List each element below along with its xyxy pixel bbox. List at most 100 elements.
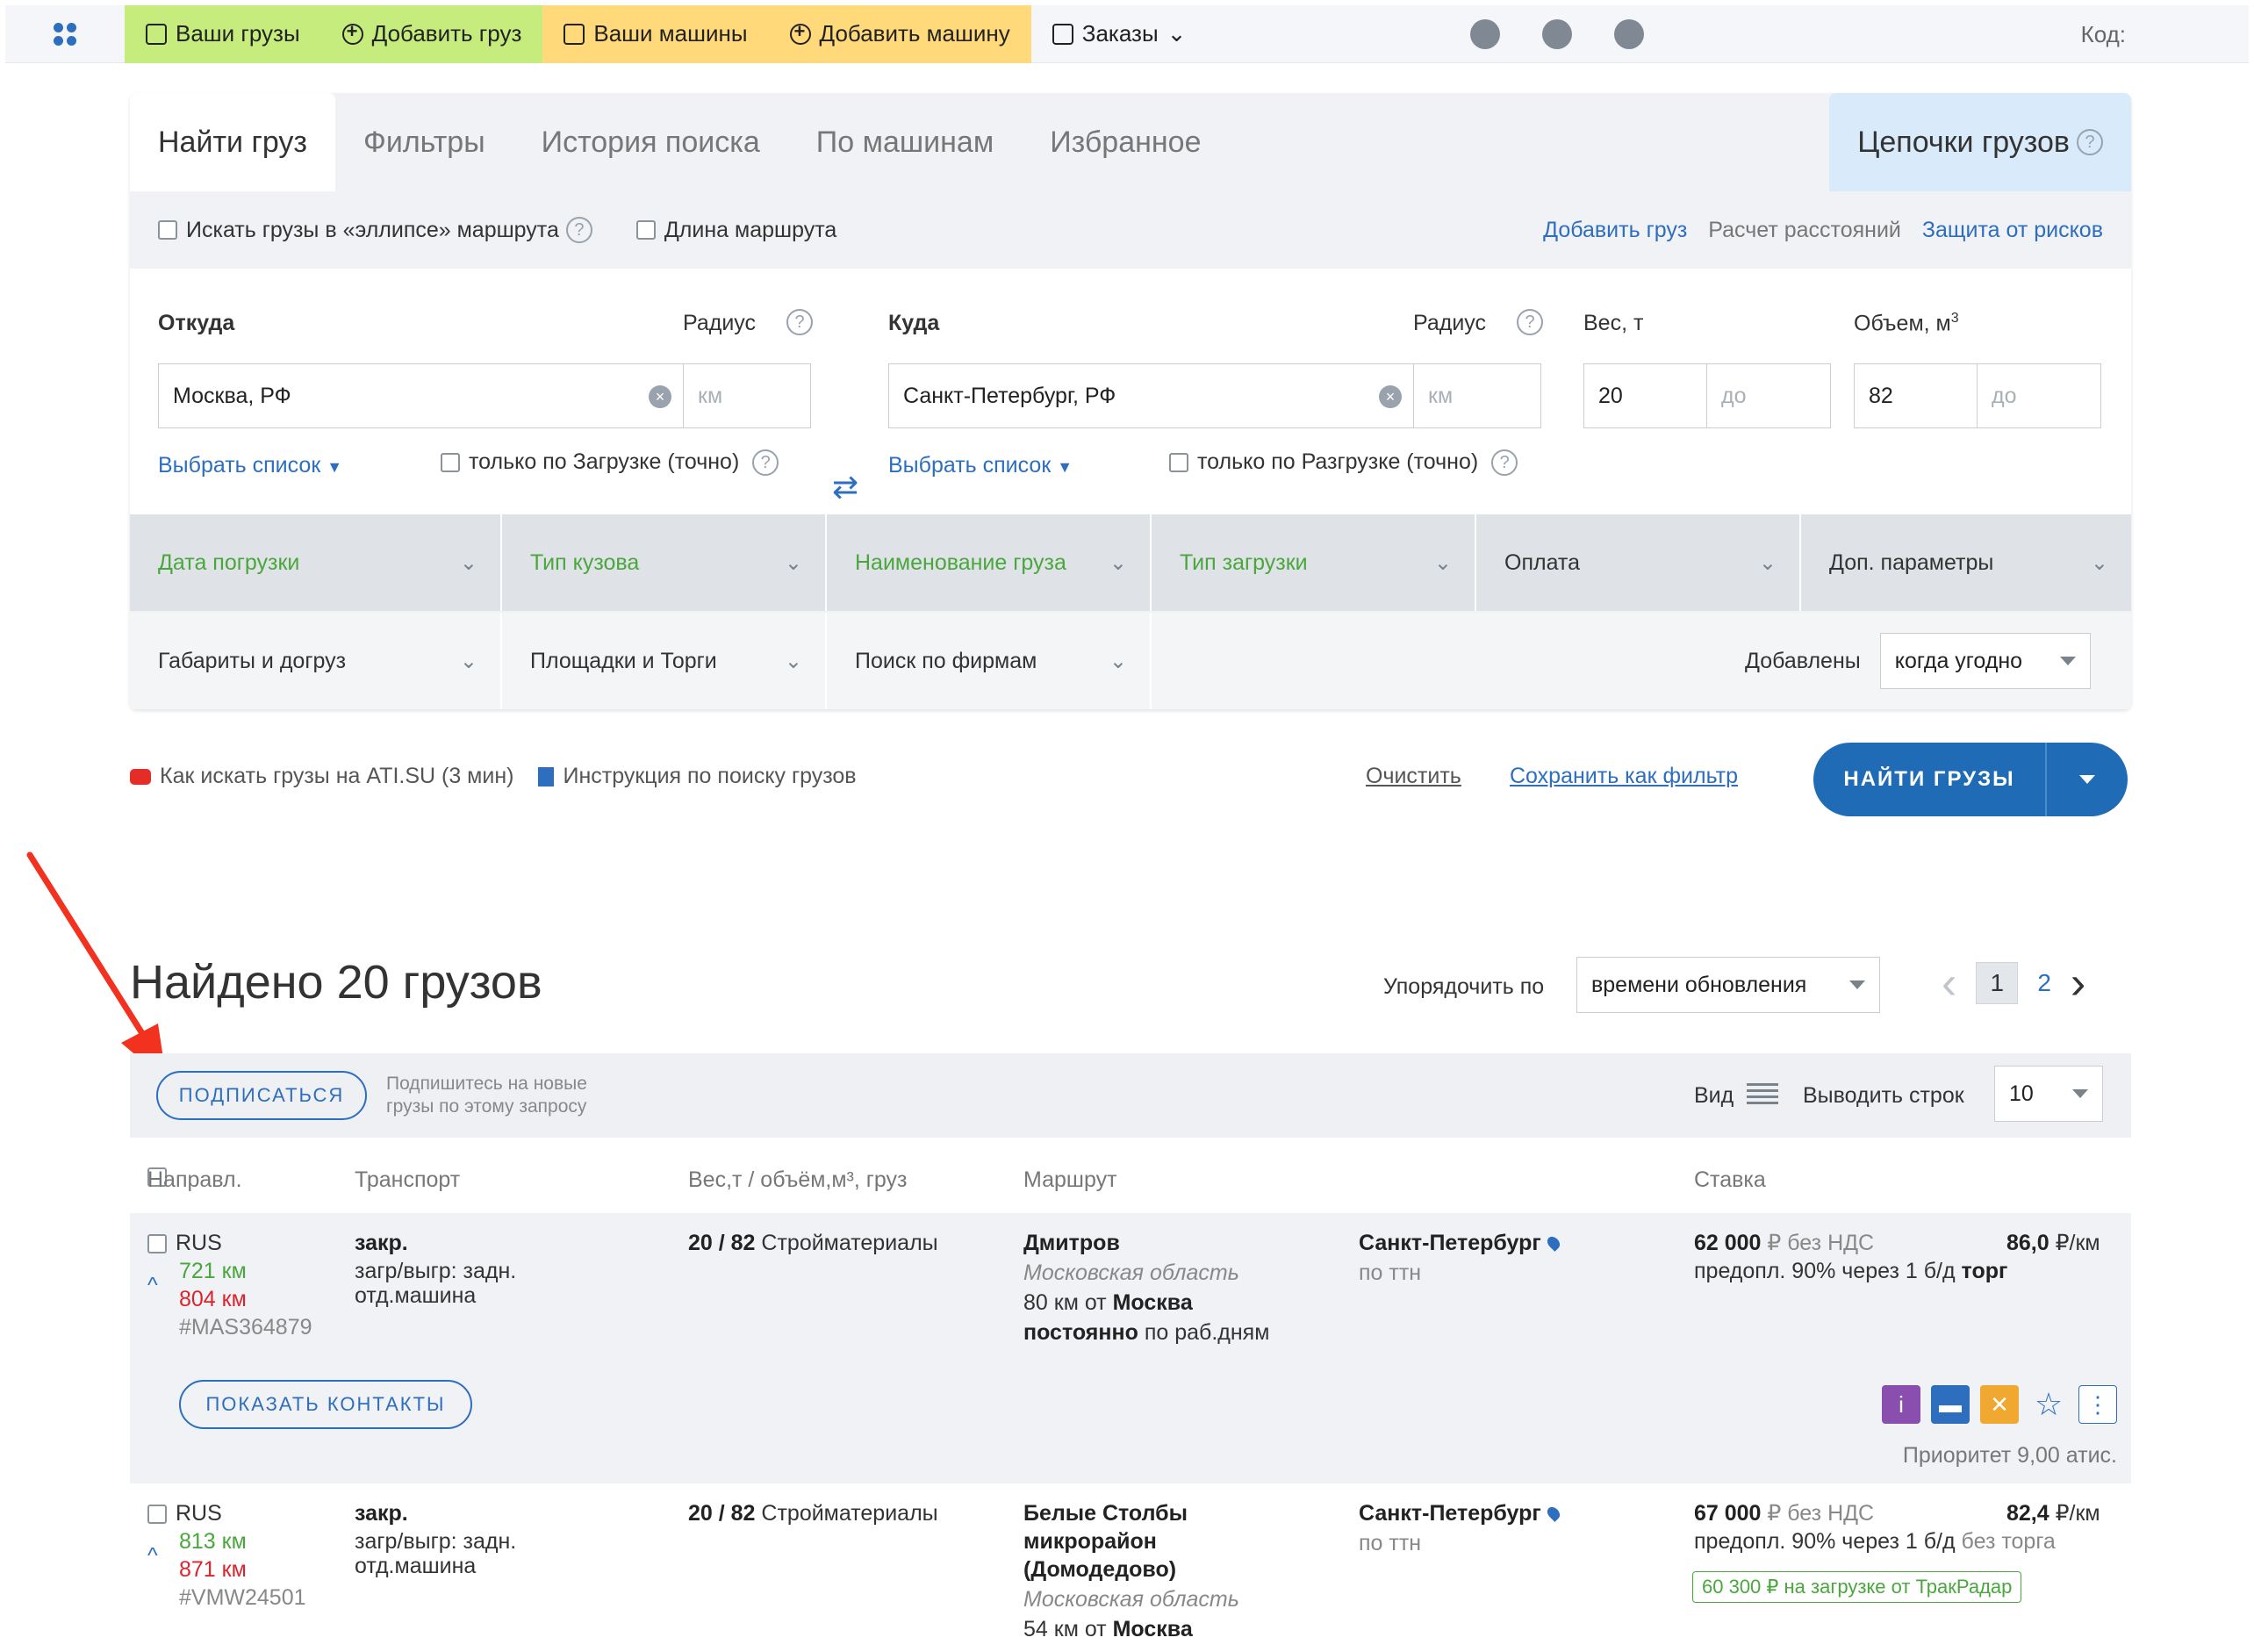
instruction-link[interactable]: Инструкция по поиску грузов xyxy=(563,764,856,789)
row-price: 67 000 ₽ без НДС xyxy=(1694,1499,1874,1527)
next-page-icon[interactable]: › xyxy=(2071,957,2085,1009)
from-label: Откуда xyxy=(158,311,235,335)
clear-icon[interactable]: × xyxy=(1379,385,1402,408)
weight-from-input[interactable]: 20 xyxy=(1583,363,1708,428)
from-radius-input[interactable]: км xyxy=(683,363,811,428)
help-icon[interactable]: ? xyxy=(752,449,779,477)
map-pin-icon[interactable] xyxy=(1544,1505,1562,1522)
risk-protection-link[interactable]: Защита от рисков xyxy=(1922,218,2103,243)
clear-icon[interactable]: × xyxy=(649,385,671,408)
only-loading-option[interactable]: только по Загрузке (точно) ? xyxy=(441,449,779,477)
row-distance-green: 813 км xyxy=(179,1529,247,1554)
filter-extra-params[interactable]: Доп. параметры ⌄ xyxy=(1801,514,2131,611)
table-row[interactable]: RUS ^ 813 км 871 км #VMW24501 закр. загр… xyxy=(130,1483,2131,1652)
help-icon[interactable]: ? xyxy=(786,309,813,335)
tab-favorites[interactable]: Избранное xyxy=(1022,93,1229,191)
filter-firms[interactable]: Поиск по фирмам ⌄ xyxy=(827,613,1152,709)
to-radius-input[interactable]: км xyxy=(1413,363,1541,428)
row-cargo-name: Стройматериалы xyxy=(761,1501,938,1526)
from-select-list[interactable]: Выбрать список ▼ xyxy=(158,453,342,478)
clear-link[interactable]: Очистить xyxy=(1366,764,1461,789)
table-row[interactable]: RUS ^ 721 км 804 км #MAS364879 закр. заг… xyxy=(130,1213,2131,1483)
messages-icon[interactable] xyxy=(1542,18,1573,49)
trackradar-badge[interactable]: 60 300 ₽ на загрузке от ТракРадар xyxy=(1692,1571,2022,1603)
subscribe-button[interactable]: ПОДПИСАТЬСЯ xyxy=(156,1071,367,1120)
list-view-icon[interactable] xyxy=(1747,1083,1778,1106)
to-input[interactable]: Санкт-Петербург, РФ × xyxy=(888,363,1415,428)
only-loading-checkbox[interactable] xyxy=(441,453,460,473)
filter-cargo-name[interactable]: Наименование груза ⌄ xyxy=(827,514,1152,611)
star-icon[interactable]: ☆ xyxy=(2029,1385,2068,1424)
tab-by-trucks[interactable]: По машинам xyxy=(788,93,1022,191)
row-checkbox[interactable] xyxy=(147,1505,167,1525)
row-from-city[interactable]: Дмитров xyxy=(1023,1229,1120,1257)
nav-your-cargo[interactable]: Ваши грузы xyxy=(125,4,321,63)
sort-select[interactable]: времени обновления xyxy=(1576,957,1880,1013)
chevron-down-icon: ⌄ xyxy=(1109,649,1127,673)
rows-select[interactable]: 10 xyxy=(1994,1066,2103,1122)
chat-icon[interactable]: ▬ xyxy=(1931,1385,1970,1424)
apps-menu-button[interactable] xyxy=(5,5,125,63)
help-icon[interactable]: ? xyxy=(565,217,592,243)
nav-add-cargo[interactable]: Добавить груз xyxy=(320,4,543,63)
row-to[interactable]: Санкт-Петербург xyxy=(1359,1499,1562,1527)
more-options-icon[interactable]: ⋮ xyxy=(2078,1385,2117,1424)
row-transport: закр. xyxy=(355,1501,408,1526)
nav-add-truck[interactable]: Добавить машину xyxy=(768,4,1031,63)
row-from-distance-text: 80 км от xyxy=(1023,1290,1107,1315)
page-current[interactable]: 1 xyxy=(1976,962,2019,1004)
video-help-link[interactable]: Как искать грузы на ATI.SU (3 мин) xyxy=(160,764,513,789)
row-from-city-line-1[interactable]: Белые Столбы xyxy=(1023,1499,1188,1527)
added-select[interactable]: когда угодно xyxy=(1879,633,2091,689)
tab-cargo-chains[interactable]: Цепочки грузов ? xyxy=(1829,93,2131,191)
filter-body-type[interactable]: Тип кузова ⌄ xyxy=(502,514,827,611)
info-icon[interactable]: i xyxy=(1882,1385,1920,1424)
help-icon[interactable]: ? xyxy=(1517,309,1543,335)
save-filter-link[interactable]: Сохранить как фильтр xyxy=(1510,764,1738,789)
plus-circle-icon xyxy=(341,20,363,45)
weight-to-input[interactable]: до xyxy=(1706,363,1831,428)
filter-dimensions[interactable]: Габариты и догруз ⌄ xyxy=(130,613,502,709)
help-icon[interactable]: ? xyxy=(2077,129,2103,155)
filter-loading-type[interactable]: Тип загрузки ⌄ xyxy=(1152,514,1476,611)
row-from-distance: 80 км от Москва xyxy=(1023,1289,1193,1317)
row-from-city-line-3: (Домодедово) xyxy=(1023,1557,1177,1582)
map-pin-icon[interactable] xyxy=(1544,1234,1562,1252)
page-2-link[interactable]: 2 xyxy=(2037,969,2051,997)
profile-search-icon[interactable] xyxy=(1470,18,1501,49)
volume-from-input[interactable]: 82 xyxy=(1854,363,1978,428)
filter-loading-date[interactable]: Дата погрузки ⌄ xyxy=(130,514,502,611)
nav-your-trucks[interactable]: Ваши машины xyxy=(542,4,769,63)
from-input[interactable]: Москва, РФ × xyxy=(158,363,685,428)
find-cargo-button[interactable]: НАЙТИ ГРУЗЫ xyxy=(1813,743,2128,816)
chevron-up-icon[interactable]: ^ xyxy=(147,1541,158,1569)
only-unloading-checkbox[interactable] xyxy=(1169,453,1188,473)
tab-find-cargo[interactable]: Найти груз xyxy=(130,93,335,191)
tab-search-history[interactable]: История поиска xyxy=(513,93,788,191)
swap-arrows-icon[interactable]: ⇄ xyxy=(832,469,858,506)
chevron-down-icon: ⌄ xyxy=(1758,550,1777,575)
notifications-icon[interactable] xyxy=(1614,18,1645,49)
nav-orders[interactable]: Заказы ⌄ xyxy=(1031,5,1208,63)
chevron-up-icon[interactable]: ^ xyxy=(147,1271,158,1299)
filter-payment[interactable]: Оплата ⌄ xyxy=(1476,514,1801,611)
show-contacts-button[interactable]: ПОКАЗАТЬ КОНТАКТЫ xyxy=(179,1380,472,1429)
close-icon[interactable]: ✕ xyxy=(1980,1385,2019,1424)
pagination: ‹ 1 2 › xyxy=(1942,957,2085,1009)
volume-to-input[interactable]: до xyxy=(1977,363,2101,428)
add-cargo-link[interactable]: Добавить груз xyxy=(1543,218,1687,243)
only-unloading-option[interactable]: только по Разгрузке (точно) ? xyxy=(1169,449,1518,477)
distance-calc-link[interactable]: Расчет расстояний xyxy=(1708,218,1901,243)
filter-platforms[interactable]: Площадки и Торги ⌄ xyxy=(502,613,827,709)
prev-page-icon[interactable]: ‹ xyxy=(1942,957,1956,1009)
row-from-region: Московская область xyxy=(1023,1261,1239,1285)
tab-filters[interactable]: Фильтры xyxy=(335,93,513,191)
volume-label-text: Объем, м xyxy=(1854,311,1951,336)
find-options-dropdown[interactable] xyxy=(2047,775,2128,784)
row-checkbox[interactable] xyxy=(147,1234,167,1254)
row-to[interactable]: Санкт-Петербург xyxy=(1359,1229,1562,1257)
help-icon[interactable]: ? xyxy=(1491,449,1518,477)
to-select-list[interactable]: Выбрать список ▼ xyxy=(888,453,1073,478)
ellipse-checkbox[interactable] xyxy=(158,220,177,240)
route-length-checkbox[interactable] xyxy=(635,220,656,240)
